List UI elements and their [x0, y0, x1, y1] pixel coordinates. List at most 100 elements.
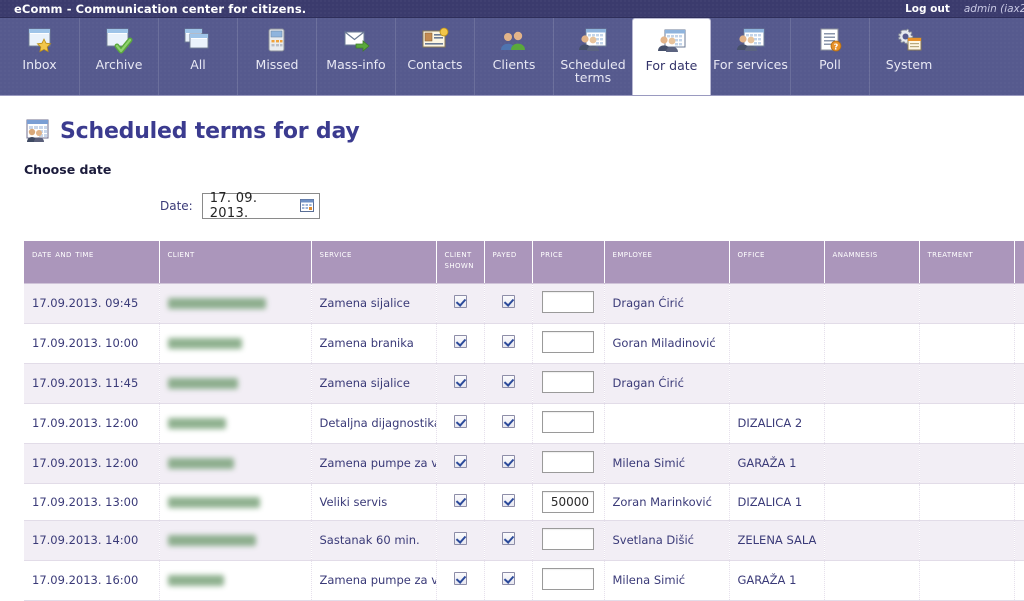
cell-anamnesis[interactable]	[824, 403, 920, 444]
cell-price[interactable]	[532, 323, 605, 364]
cell-price[interactable]	[532, 283, 605, 324]
cell-actions[interactable]	[1014, 363, 1024, 404]
price-input[interactable]	[542, 567, 594, 590]
cell-client[interactable]	[159, 560, 312, 601]
cell-actions[interactable]	[1014, 483, 1024, 521]
cell-anamnesis[interactable]	[824, 520, 920, 561]
tab-mass-info[interactable]: Mass-info	[316, 18, 395, 95]
cell-payed[interactable]	[484, 483, 533, 521]
cell-price[interactable]: 50000	[532, 483, 605, 521]
tab-for-services[interactable]: For services	[711, 18, 790, 95]
price-input[interactable]	[542, 527, 594, 550]
cell-treatment[interactable]	[919, 483, 1015, 521]
cell-actions[interactable]	[1014, 403, 1024, 444]
payed-checkbox[interactable]	[501, 335, 515, 348]
client-shown-checkbox[interactable]	[453, 572, 467, 585]
cell-payed[interactable]	[484, 403, 533, 444]
cell-treatment[interactable]	[919, 520, 1015, 561]
cell-price[interactable]	[532, 520, 605, 561]
cell-payed[interactable]	[484, 323, 533, 364]
cell-treatment[interactable]	[919, 363, 1015, 404]
tab-contacts[interactable]: Contacts	[395, 18, 474, 95]
cell-treatment[interactable]	[919, 283, 1015, 324]
date-input[interactable]: 17. 09. 2013.	[201, 191, 320, 221]
table-row[interactable]: 17.09.2013. 10:00 Zamena branika Goran Mil…	[24, 323, 1024, 364]
client-shown-checkbox[interactable]	[453, 295, 467, 308]
tab-system[interactable]: System	[869, 18, 948, 95]
client-shown-checkbox[interactable]	[453, 375, 467, 388]
cell-client[interactable]	[159, 283, 312, 324]
cell-treatment[interactable]	[919, 443, 1015, 484]
cell-anamnesis[interactable]	[824, 560, 920, 601]
cell-client-shown[interactable]	[436, 560, 485, 601]
cell-client[interactable]	[159, 363, 312, 404]
tab-all[interactable]: All	[158, 18, 237, 95]
payed-checkbox[interactable]	[501, 415, 515, 428]
payed-checkbox[interactable]	[501, 295, 515, 308]
tab-missed[interactable]: Missed	[237, 18, 316, 95]
cell-anamnesis[interactable]	[824, 443, 920, 484]
payed-checkbox[interactable]	[501, 455, 515, 468]
cell-anamnesis[interactable]	[824, 283, 920, 324]
tab-inbox[interactable]: Inbox	[0, 18, 79, 95]
cell-anamnesis[interactable]	[824, 363, 920, 404]
cell-client[interactable]	[159, 403, 312, 444]
table-row[interactable]: 17.09.2013. 14:00 Sastanak 60 min. Svetlan…	[24, 520, 1024, 561]
client-shown-checkbox[interactable]	[453, 415, 467, 428]
cell-client-shown[interactable]	[436, 443, 485, 484]
price-input[interactable]	[542, 330, 594, 353]
cell-payed[interactable]	[484, 283, 533, 324]
cell-client-shown[interactable]	[436, 323, 485, 364]
calendar-icon[interactable]	[299, 197, 314, 216]
cell-actions[interactable]	[1014, 283, 1024, 324]
table-row[interactable]: 17.09.2013. 12:00 Detaljna dijagnostika DI…	[24, 403, 1024, 444]
cell-actions[interactable]	[1014, 560, 1024, 601]
payed-checkbox[interactable]	[501, 375, 515, 388]
cell-client-shown[interactable]	[436, 403, 485, 444]
cell-price[interactable]	[532, 443, 605, 484]
client-shown-checkbox[interactable]	[453, 532, 467, 545]
cell-payed[interactable]	[484, 520, 533, 561]
cell-anamnesis[interactable]	[824, 483, 920, 521]
cell-treatment[interactable]	[919, 323, 1015, 364]
table-row[interactable]: 17.09.2013. 16:00 Zamena pumpe za vodu Mil…	[24, 560, 1024, 601]
cell-client-shown[interactable]	[436, 520, 485, 561]
cell-client[interactable]	[159, 483, 312, 521]
payed-checkbox[interactable]	[501, 493, 515, 507]
client-shown-checkbox[interactable]	[453, 493, 467, 507]
cell-client[interactable]	[159, 323, 312, 364]
price-input[interactable]	[542, 290, 594, 313]
client-shown-checkbox[interactable]	[453, 335, 467, 348]
table-row[interactable]: 17.09.2013. 09:45 Zamena sijalice Dragan Ć…	[24, 283, 1024, 324]
client-shown-checkbox[interactable]	[453, 455, 467, 468]
tab-archive[interactable]: Archive	[79, 18, 158, 95]
tab-clients[interactable]: Clients	[474, 18, 553, 95]
cell-client[interactable]	[159, 520, 312, 561]
cell-actions[interactable]	[1014, 323, 1024, 364]
cell-anamnesis[interactable]	[824, 323, 920, 364]
table-row[interactable]: 17.09.2013. 12:00 Zamena pumpe za vodu Mil…	[24, 443, 1024, 484]
table-row[interactable]: 17.09.2013. 13:00 Veliki servis 50000 Zoran…	[24, 483, 1024, 521]
tab-scheduled-terms[interactable]: Scheduled terms	[553, 18, 632, 95]
payed-checkbox[interactable]	[501, 572, 515, 585]
price-input[interactable]	[542, 450, 594, 473]
price-input[interactable]: 50000	[542, 490, 594, 513]
cell-actions[interactable]	[1014, 520, 1024, 561]
cell-treatment[interactable]	[919, 560, 1015, 601]
cell-payed[interactable]	[484, 443, 533, 484]
table-row[interactable]: 17.09.2013. 11:45 Zamena sijalice Dragan Ć…	[24, 363, 1024, 404]
cell-client-shown[interactable]	[436, 363, 485, 404]
logout-link[interactable]: Log out	[905, 3, 950, 15]
tab-for-date[interactable]: For date	[632, 18, 711, 95]
cell-client[interactable]	[159, 443, 312, 484]
tab-poll[interactable]: ? Poll	[790, 18, 869, 95]
cell-price[interactable]	[532, 560, 605, 601]
cell-payed[interactable]	[484, 363, 533, 404]
cell-client-shown[interactable]	[436, 483, 485, 521]
cell-price[interactable]	[532, 363, 605, 404]
price-input[interactable]	[542, 410, 594, 433]
payed-checkbox[interactable]	[501, 532, 515, 545]
price-input[interactable]	[542, 370, 594, 393]
cell-client-shown[interactable]	[436, 283, 485, 324]
cell-price[interactable]	[532, 403, 605, 444]
